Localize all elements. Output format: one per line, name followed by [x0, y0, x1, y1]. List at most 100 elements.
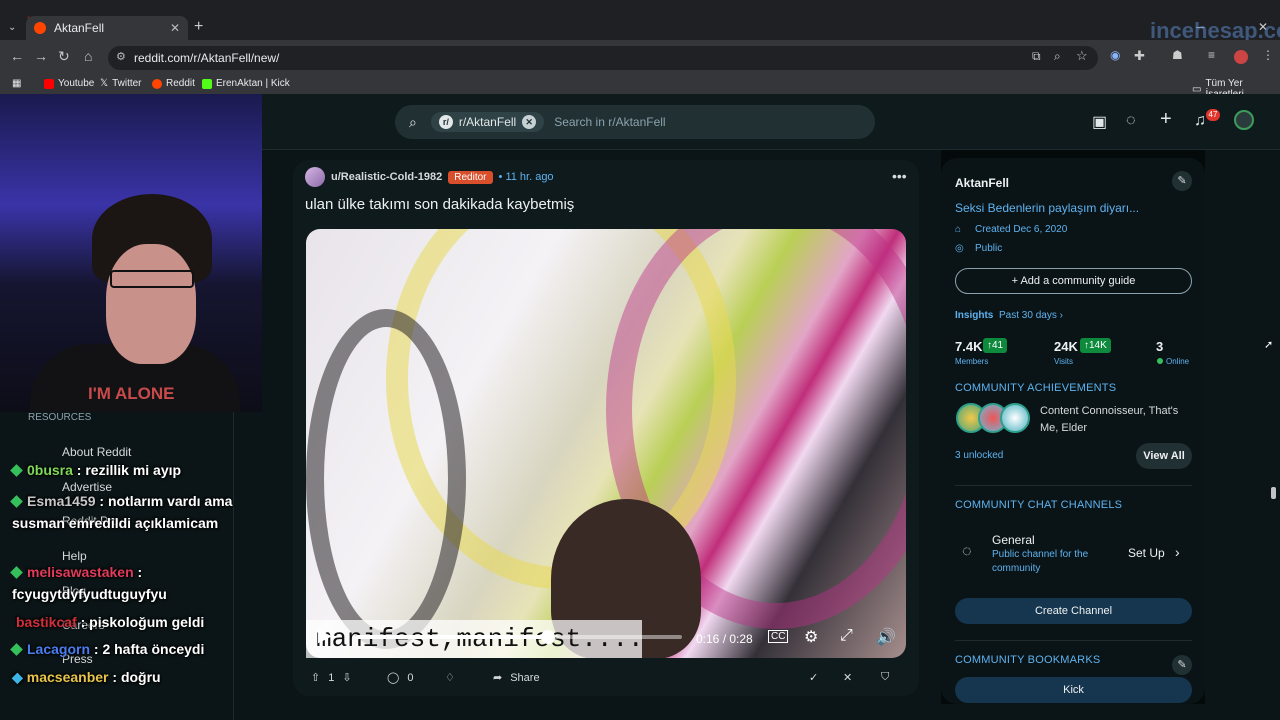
sub-badge-icon [10, 495, 23, 508]
notifications-icon[interactable]: ♫ [1194, 112, 1206, 130]
incognito-icon[interactable]: ☗ [1172, 48, 1183, 62]
share-icon: ➦ [493, 672, 503, 684]
new-tab-button[interactable]: + [194, 18, 203, 36]
zoom-icon[interactable]: ⌕ [1054, 49, 1061, 64]
post-meta: u/Realistic-Cold-1982 Reditor • 11 hr. a… [305, 167, 554, 187]
menu-about-reddit[interactable]: About Reddit [62, 445, 131, 459]
video-progress-bar[interactable] [356, 635, 682, 639]
shirt-text: I'M ALONE [88, 384, 175, 403]
streamer-webcam: I'M ALONE [0, 94, 262, 412]
chat-icon[interactable]: ◌ [1126, 112, 1136, 130]
cake-icon: ⌂ [955, 224, 962, 235]
profile-avatar[interactable] [1234, 50, 1248, 64]
achievements-unlocked: 3 unlocked [955, 450, 1004, 461]
mouse-cursor: ➚ [1264, 339, 1274, 351]
upvote-icon[interactable]: ⇧ [311, 671, 320, 684]
close-tab-icon[interactable]: ✕ [170, 21, 180, 35]
video-time: 0:16 / 0:28 [696, 632, 753, 646]
add-community-guide-button[interactable]: + Add a community guide [955, 268, 1192, 294]
mod-shield-icon[interactable]: ⛉ [881, 671, 889, 684]
view-all-button[interactable]: View All [1136, 443, 1192, 469]
search-input[interactable]: Search in r/AktanFell [554, 115, 665, 129]
comment-icon: ◯ [387, 672, 400, 684]
achievements-heading: COMMUNITY ACHIEVEMENTS [955, 382, 1117, 394]
extensions-puzzle-icon[interactable]: ✚ [1134, 48, 1145, 64]
online-label: Online [1166, 357, 1190, 366]
play-icon[interactable]: ▶ [318, 625, 332, 646]
gem-badge-icon: ◆ [12, 669, 23, 685]
community-description: Seksi Bedenlerin paylaşım diyarı... [955, 201, 1140, 215]
extension-icon[interactable]: ◉ [1110, 48, 1120, 62]
fullscreen-icon[interactable]: ⤢ [840, 627, 853, 645]
vote-group: ⇧ 1 ⇩ [311, 671, 352, 685]
insights-period[interactable]: Past 30 days › [999, 310, 1063, 321]
bookmark-youtube[interactable]: Youtube [44, 78, 94, 89]
create-channel-button[interactable]: Create Channel [955, 598, 1192, 624]
chat-message: melisawastaken : [10, 564, 142, 580]
bookmark-reddit[interactable]: Reddit [152, 78, 195, 89]
chat-message: 0busra : rezillik mi ayıp [10, 462, 181, 478]
forward-icon[interactable]: → [34, 48, 48, 64]
sub-badge-icon [10, 464, 23, 477]
menu-help[interactable]: Help [62, 549, 87, 563]
share-button[interactable]: ➦ Share [493, 671, 540, 685]
bookmark-star-icon[interactable]: ☆ [1076, 48, 1088, 64]
author-avatar[interactable] [305, 167, 325, 187]
captions-icon[interactable]: CC [768, 630, 789, 643]
back-icon[interactable]: ← [10, 48, 24, 64]
award-icon[interactable]: ♢ [445, 671, 455, 684]
scrollbar-thumb[interactable] [1271, 487, 1276, 499]
members-label: Members [955, 357, 989, 366]
folder-icon: ▭ [1192, 83, 1202, 95]
bookmark-twitter[interactable]: 𝕏 Twitter [100, 78, 142, 89]
achievement-badge-3[interactable] [1000, 403, 1030, 433]
post-options-icon[interactable]: ••• [892, 168, 907, 184]
post-author[interactable]: u/Realistic-Cold-1982 [331, 171, 442, 183]
site-info-icon[interactable]: ⚙ [116, 50, 126, 63]
post-title[interactable]: ulan ülke takımı son dakikada kaybetmiş [305, 196, 574, 213]
create-post-icon[interactable]: + [1160, 108, 1172, 131]
advertise-icon[interactable]: ▣ [1092, 112, 1107, 132]
video-player[interactable] [306, 229, 906, 658]
approve-icon[interactable]: ✓ [809, 671, 818, 684]
media-icon[interactable]: ≡ [1208, 48, 1215, 62]
bookmark-kick[interactable]: ErenAktan | Kick [202, 78, 290, 89]
search-bar[interactable]: ⌕ r/ r/AktanFell ✕ Search in r/AktanFell [395, 105, 875, 139]
tab-search-icon[interactable]: ⌄ [8, 22, 16, 33]
insights-heading: Insights [955, 310, 994, 321]
bookmarks-bar: ▦ Youtube 𝕏 Twitter Reddit ErenAktan | Ki… [0, 74, 1280, 100]
home-icon[interactable]: ⌂ [84, 48, 92, 64]
reload-icon[interactable]: ↻ [58, 48, 70, 65]
browser-tab[interactable]: AktanFell ✕ [26, 16, 188, 40]
divider [955, 485, 1192, 486]
comments-button[interactable]: ◯ 0 [387, 671, 413, 685]
remove-icon[interactable]: ✕ [843, 671, 852, 684]
downvote-icon[interactable]: ⇩ [342, 671, 351, 684]
search-scope-chip[interactable]: r/ r/AktanFell ✕ [430, 112, 545, 132]
user-avatar[interactable] [1234, 110, 1254, 130]
video-caption-overlay: manifest,manifest.... [306, 620, 642, 658]
chat-message: Lacagorn : 2 hafta önceydi [10, 641, 204, 657]
members-count: 7.4K [955, 339, 983, 354]
apps-grid-icon[interactable]: ▦ [12, 78, 21, 89]
edit-pencil-icon[interactable]: ✎ [1172, 171, 1192, 191]
install-app-icon[interactable]: ⧉ [1032, 49, 1041, 64]
settings-gear-icon[interactable]: ⚙ [804, 627, 818, 647]
bookmark-kick-button[interactable]: Kick [955, 677, 1192, 703]
post-actions: ⇧ 1 ⇩ ◯ 0 ♢ ➦ Share ✓ ✕ ⛉ [305, 668, 905, 692]
chat-bubbles-icon: ◌ [962, 543, 972, 560]
visits-delta: ↑14K [1080, 338, 1111, 353]
clear-chip-icon[interactable]: ✕ [522, 115, 537, 129]
channel-name[interactable]: General [992, 533, 1035, 547]
page-scrollbar[interactable] [1268, 150, 1278, 704]
volume-icon[interactable]: 🔊 [876, 627, 896, 647]
menu-kebab-icon[interactable]: ⋮ [1262, 48, 1274, 62]
address-bar[interactable]: reddit.com/r/AktanFell/new/ [108, 46, 1098, 70]
chevron-right-icon[interactable]: › [1175, 544, 1180, 560]
youtube-icon [44, 78, 54, 89]
set-up-link[interactable]: Set Up [1128, 546, 1165, 560]
edit-bookmarks-icon[interactable]: ✎ [1172, 655, 1192, 675]
reddit-favicon-icon [34, 22, 46, 34]
x-icon: 𝕏 [100, 78, 109, 89]
visits-label: Visits [1054, 357, 1073, 366]
